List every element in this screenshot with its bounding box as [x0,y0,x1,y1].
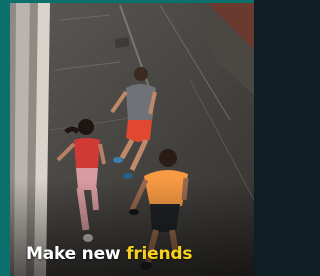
accent-edge-top [0,0,254,3]
caption-prefix: Make new [26,244,121,264]
runners-photo [0,0,254,276]
promo-card[interactable]: Make new friends [0,0,254,276]
accent-edge [0,0,10,276]
caption-highlight: friends [126,244,193,264]
promo-caption: Make new friends [26,244,192,264]
